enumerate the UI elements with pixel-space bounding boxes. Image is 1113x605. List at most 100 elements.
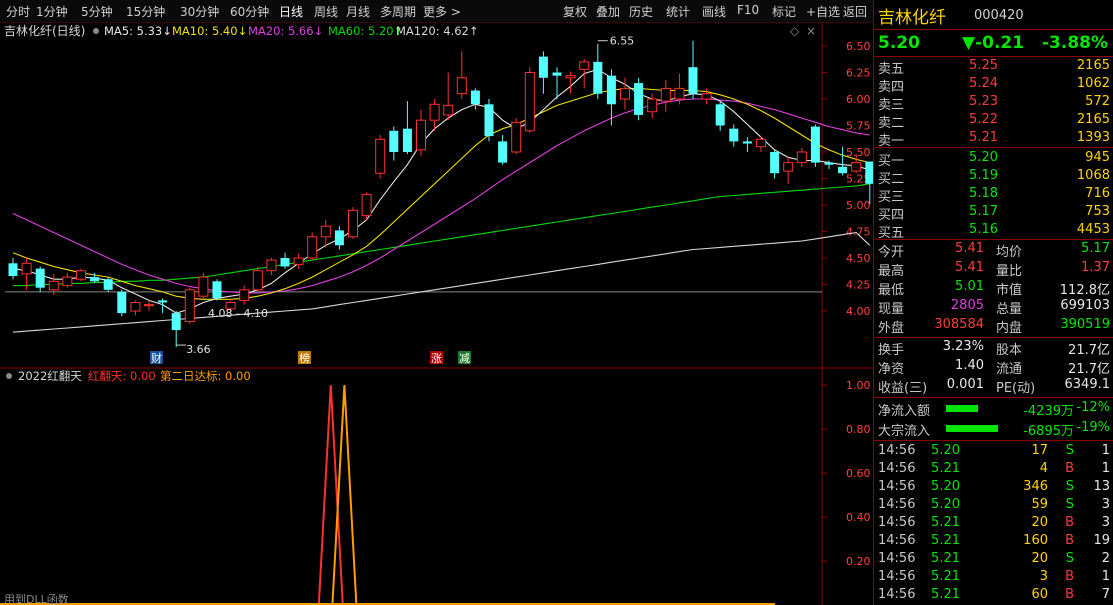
- mark-button[interactable]: 标记: [772, 3, 796, 20]
- tab-fenshi[interactable]: 分时: [6, 3, 30, 20]
- high-label: 6.55: [610, 35, 635, 48]
- stat-value: 5.41: [955, 260, 984, 275]
- flow-label: 大宗流入: [878, 424, 931, 439]
- bid-level-label: 买五: [878, 226, 905, 241]
- candle-body: [402, 128, 412, 152]
- tab-daily[interactable]: 日线: [279, 3, 303, 20]
- stat-label: 总量: [996, 302, 1023, 317]
- stat-value: 3.23%: [942, 339, 984, 354]
- candle-body: [307, 236, 318, 259]
- quote-panel: 吉林化纤 000420 5.20 ▼-0.21 -3.88% 卖五 5.25 216…: [873, 0, 1113, 605]
- ind-tick-label: 1.00: [846, 379, 871, 392]
- last-price: 5.20: [878, 33, 920, 53]
- tick-count: 3: [1101, 497, 1110, 512]
- divider: [874, 440, 1113, 441]
- ma-label: MA20: 5.66↓: [248, 24, 323, 38]
- tick-price: 5.21: [931, 515, 960, 530]
- tick-price: 5.20: [931, 443, 960, 458]
- tab-30min[interactable]: 30分钟: [180, 3, 219, 20]
- candle-body: [158, 300, 168, 303]
- candle-body: [511, 121, 522, 153]
- tick-price: 5.20: [931, 497, 960, 512]
- tab-15min[interactable]: 15分钟: [126, 3, 165, 20]
- ma-label: MA5: 5.33↓: [104, 24, 172, 38]
- f10-button[interactable]: F10: [737, 3, 759, 17]
- bid-volume: 1068: [1076, 168, 1110, 183]
- bid-price: 5.18: [969, 186, 998, 201]
- tab-monthly[interactable]: 月线: [346, 3, 370, 20]
- stat-value: 5.01: [955, 279, 984, 294]
- stat-label: 流通: [996, 362, 1023, 377]
- candle-body: [62, 276, 73, 287]
- tick-time: 14:56: [878, 515, 916, 530]
- settings-dot: [93, 28, 99, 34]
- candle-body: [620, 87, 630, 100]
- tick-time: 14:56: [878, 497, 916, 512]
- candle-body: [266, 259, 277, 272]
- bid-price: 5.19: [969, 168, 998, 183]
- bid-price: 5.16: [969, 222, 998, 237]
- tab-multi[interactable]: 多周期: [380, 3, 416, 20]
- candle-body: [770, 152, 780, 174]
- y-tick-label: 4.00: [846, 305, 871, 318]
- candle-body: [647, 98, 658, 113]
- history-button[interactable]: 历史: [629, 3, 653, 20]
- bid-level-label: 买三: [878, 190, 905, 205]
- flow-pct: -12%: [1076, 400, 1110, 415]
- ask-volume: 2165: [1076, 112, 1110, 127]
- tab-5min[interactable]: 5分钟: [81, 3, 113, 20]
- ind-tick-label: 0.40: [846, 511, 871, 524]
- stats-button[interactable]: 统计: [666, 3, 690, 20]
- stat-label: 均价: [996, 245, 1023, 260]
- tick-time: 14:56: [878, 479, 916, 494]
- candle-body: [293, 257, 304, 265]
- y-tick-label: 6.00: [846, 93, 871, 106]
- more-menu[interactable]: 更多 >: [423, 3, 461, 20]
- tick-price: 5.21: [931, 533, 960, 548]
- tab-weekly[interactable]: 周线: [314, 3, 338, 20]
- bid-row: 买五 5.16 4453: [878, 222, 1110, 241]
- bid-volume: 4453: [1076, 222, 1110, 237]
- tab-60min[interactable]: 60分钟: [230, 3, 269, 20]
- ind-tick-label: 0.60: [846, 467, 871, 480]
- stat-value: 5.17: [1081, 241, 1110, 256]
- ask-price: 5.22: [969, 112, 998, 127]
- tick-row: 14:56 5.20 59 S 3: [878, 497, 1110, 515]
- stat-value: 21.7亿: [1068, 362, 1110, 377]
- draw-button[interactable]: 画线: [702, 3, 726, 20]
- ind-tick-label: 0.20: [846, 555, 871, 568]
- stat-value: 0.001: [946, 377, 984, 392]
- candle-body: [48, 280, 59, 291]
- candle-body: [552, 72, 562, 76]
- candle-body: [76, 270, 86, 280]
- flow-value: -4239万: [1023, 404, 1074, 419]
- ma5-line: [12, 68, 870, 314]
- candle-body: [524, 72, 535, 132]
- tick-volume: 4: [1039, 461, 1048, 476]
- add-watchlist-button[interactable]: +自选: [806, 3, 840, 20]
- tick-side: S: [1065, 443, 1074, 458]
- back-button[interactable]: 返回: [843, 3, 867, 20]
- candle-body: [389, 130, 399, 152]
- stat-row: 外盘 308584 内盘 390519: [878, 317, 1110, 336]
- stat-label: 收益(三): [878, 381, 928, 396]
- tick-price: 5.21: [931, 551, 960, 566]
- ask-row: 卖一 5.21 1393: [878, 130, 1110, 149]
- overlay-button[interactable]: 叠加: [596, 3, 620, 20]
- kline-chart[interactable]: 6.506.256.005.755.505.255.004.754.504.25…: [0, 22, 873, 605]
- ma20-line: [12, 98, 870, 294]
- fuquan-button[interactable]: 复权: [563, 3, 587, 20]
- tick-side: S: [1065, 479, 1074, 494]
- tick-side: S: [1065, 551, 1074, 566]
- candle-body: [865, 161, 873, 184]
- tab-1min[interactable]: 1分钟: [36, 3, 68, 20]
- candle-body: [416, 119, 426, 151]
- event-marker-label: 财: [151, 351, 162, 365]
- tick-volume: 17: [1031, 443, 1048, 458]
- tick-volume: 3: [1039, 569, 1048, 584]
- ask-row: 卖二 5.22 2165: [878, 112, 1110, 131]
- stat-label: 今开: [878, 245, 905, 260]
- footer-note: 用到DLL函数: [4, 593, 69, 605]
- event-marker-label: 涨: [431, 352, 442, 365]
- ask-level-label: 卖三: [878, 98, 905, 113]
